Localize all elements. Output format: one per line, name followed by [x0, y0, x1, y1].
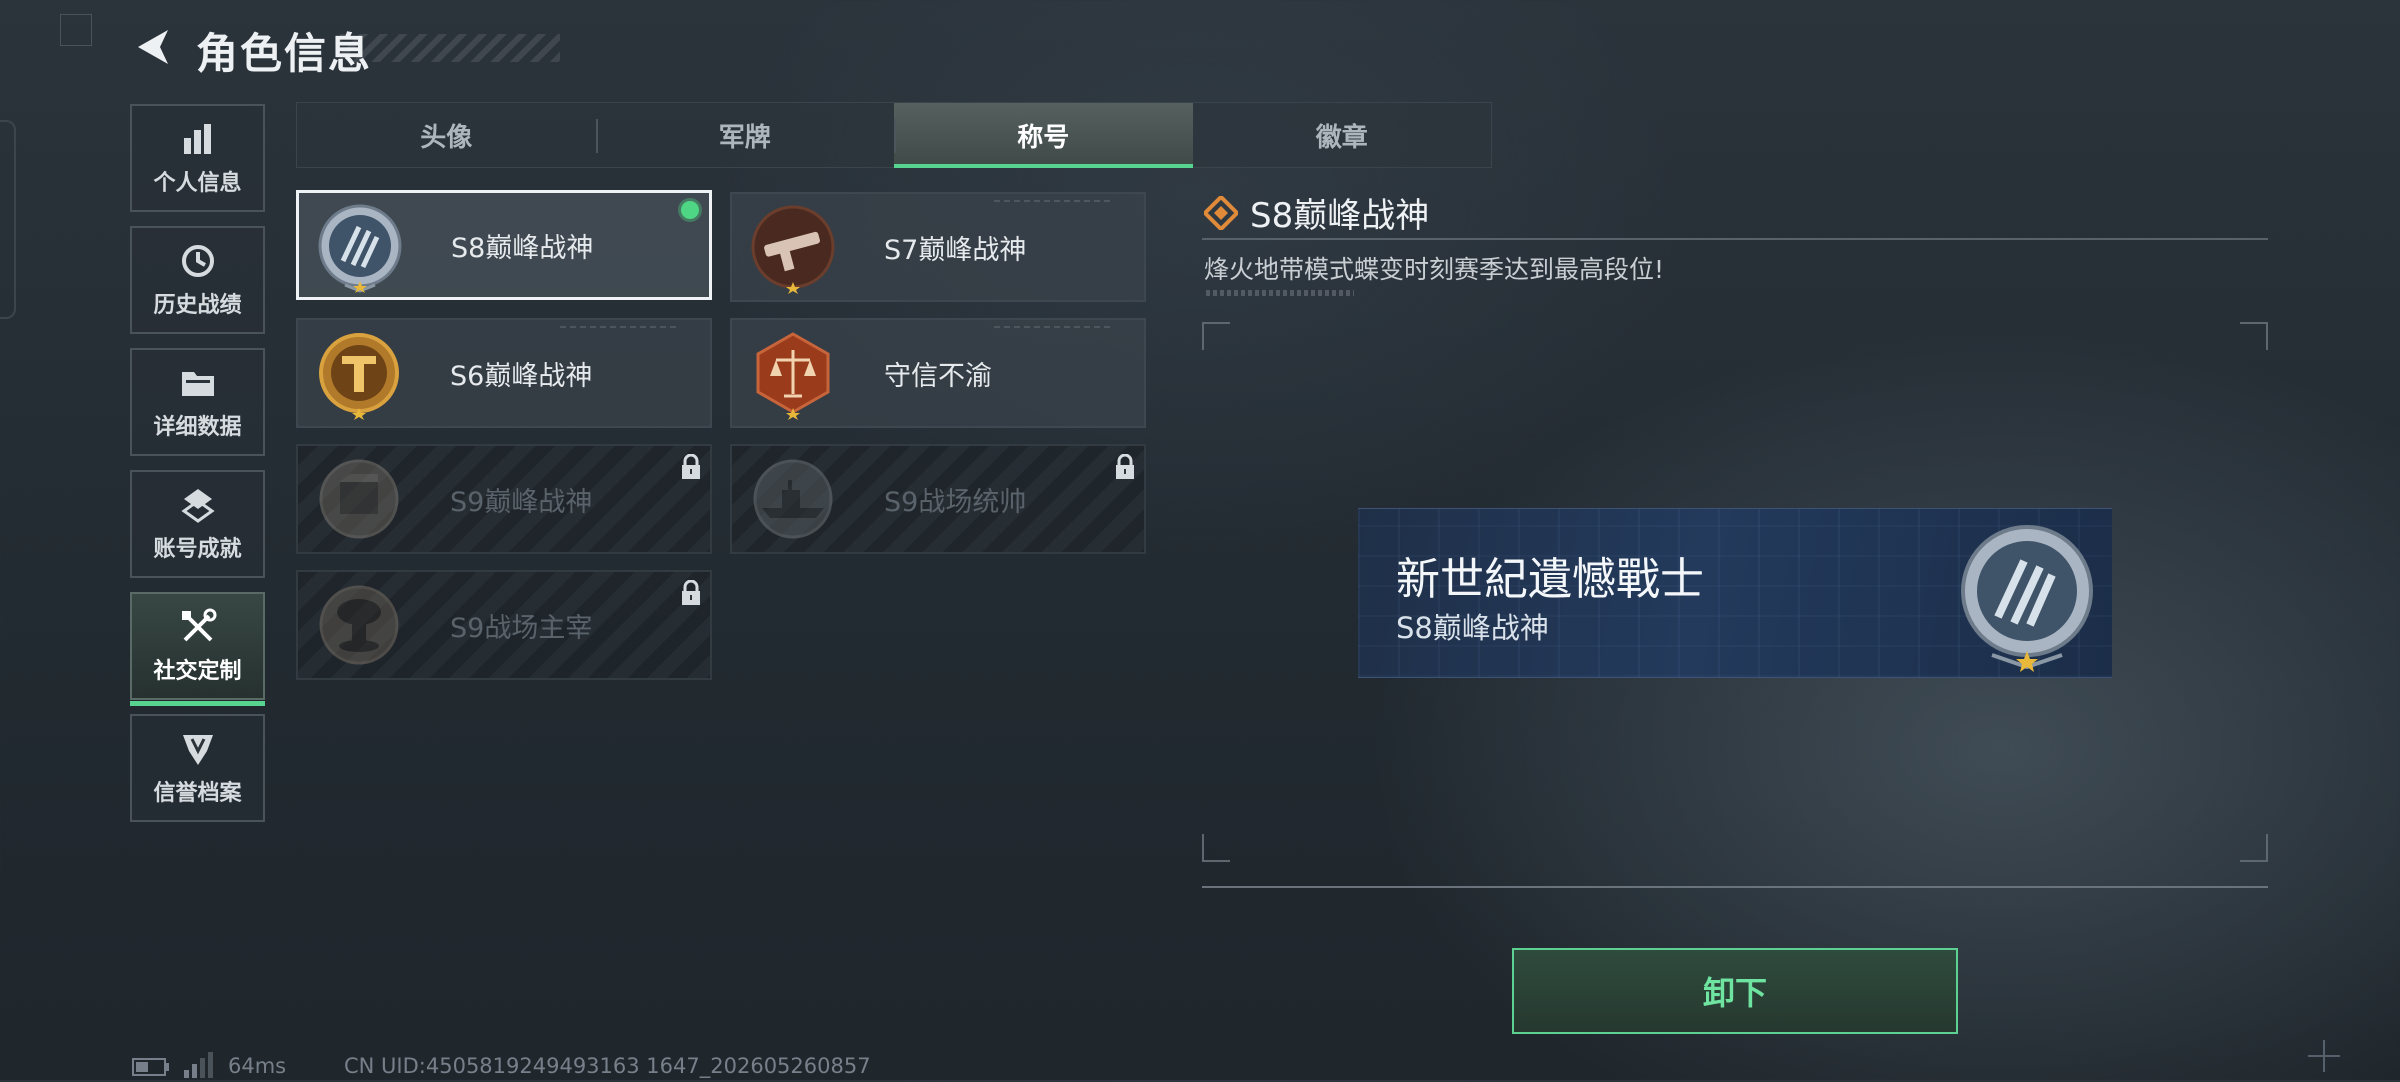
preview-title: S8巅峰战神 [1396, 611, 1549, 645]
title-card[interactable]: 守信不渝 [730, 318, 1146, 428]
title-name: 守信不渝 [884, 360, 992, 392]
back-arrow-icon[interactable] [130, 24, 176, 70]
ping-value: 64ms [228, 1054, 287, 1078]
title-preview-banner: 新世紀遺憾戰士 S8巅峰战神 [1358, 508, 2112, 678]
title-card[interactable]: S8巅峰战神 [296, 190, 712, 300]
uid-text: CN UID:4505819249493163 1647_20260526085… [344, 1054, 871, 1078]
s7-emblem-icon [748, 204, 838, 294]
corner-box [60, 14, 92, 46]
diamond-icon [1202, 194, 1240, 232]
title-name: S7巅峰战神 [884, 234, 1027, 266]
s8-emblem-icon [315, 203, 405, 293]
signal-icon [182, 1052, 214, 1078]
shield-icon [178, 729, 218, 769]
left-edge-handle[interactable] [0, 120, 16, 319]
title-name: S6巅峰战神 [450, 360, 593, 392]
sidebar-item-label: 个人信息 [153, 171, 242, 196]
player-name: 新世紀遺憾戰士 [1396, 554, 1704, 605]
sidebar-item-reputation[interactable]: 信誉档案 [130, 714, 265, 822]
sidebar-item-profile[interactable]: 个人信息 [130, 104, 265, 212]
battery-icon [132, 1058, 170, 1076]
scales-emblem-icon [748, 330, 838, 420]
bar-chart-icon [178, 119, 218, 159]
detail-decoration [1206, 290, 1354, 296]
detail-description: 烽火地带模式蝶变时刻赛季达到最高段位! [1204, 255, 1665, 284]
achievement-icon [178, 485, 218, 525]
title-decoration [340, 34, 560, 62]
sidebar-item-label: 账号成就 [153, 537, 242, 562]
divider [1202, 886, 2268, 888]
sidebar-item-label: 详细数据 [153, 415, 242, 440]
s8-emblem-icon [1952, 519, 2102, 677]
title-card[interactable]: S9战场主宰 [296, 570, 712, 680]
unequip-button[interactable]: 卸下 [1512, 948, 1958, 1034]
mushroom-cloud-emblem-icon [314, 582, 404, 672]
page-title: 角色信息 [196, 29, 373, 78]
active-indicator [130, 701, 265, 706]
title-card[interactable]: S9战场统帅 [730, 444, 1146, 554]
sidebar-item-label: 社交定制 [153, 659, 242, 684]
divider [1202, 238, 2268, 240]
tab-badge[interactable]: 徽章 [1193, 103, 1492, 167]
lock-icon [680, 453, 702, 480]
crosshair-icon [2304, 1036, 2344, 1076]
tab-dog-tag[interactable]: 军牌 [595, 103, 895, 167]
sidebar-item-label: 信誉档案 [153, 781, 242, 806]
folder-icon [178, 363, 218, 403]
lock-icon [1114, 453, 1136, 480]
s9-emblem-icon [314, 456, 404, 546]
equipped-indicator [681, 201, 699, 219]
tab-title[interactable]: 称号 [894, 103, 1193, 168]
title-name: S9战场统帅 [884, 486, 1027, 518]
sidebar-item-achievements[interactable]: 账号成就 [130, 470, 265, 578]
detail-title: S8巅峰战神 [1250, 196, 1430, 236]
sidebar-item-social[interactable]: 社交定制 [130, 592, 265, 706]
tab-avatar[interactable]: 头像 [297, 103, 596, 167]
title-card[interactable]: S9巅峰战神 [296, 444, 712, 554]
title-name: S9战场主宰 [450, 612, 593, 644]
sidebar-item-history[interactable]: 历史战绩 [130, 226, 265, 334]
tab-bar: 头像 军牌 称号 徽章 [296, 102, 1492, 168]
card-decoration [994, 326, 1114, 328]
history-clock-icon [178, 241, 218, 281]
sidebar-item-details[interactable]: 详细数据 [130, 348, 265, 456]
tools-icon [178, 607, 218, 647]
title-card[interactable]: S6巅峰战神 [296, 318, 712, 428]
lock-icon [680, 579, 702, 606]
title-name: S9巅峰战神 [450, 486, 593, 518]
title-name: S8巅峰战神 [451, 232, 594, 264]
warship-emblem-icon [748, 456, 838, 546]
s6-emblem-icon [314, 330, 404, 420]
sidebar-item-label: 历史战绩 [153, 293, 242, 318]
title-card[interactable]: S7巅峰战神 [730, 192, 1146, 302]
